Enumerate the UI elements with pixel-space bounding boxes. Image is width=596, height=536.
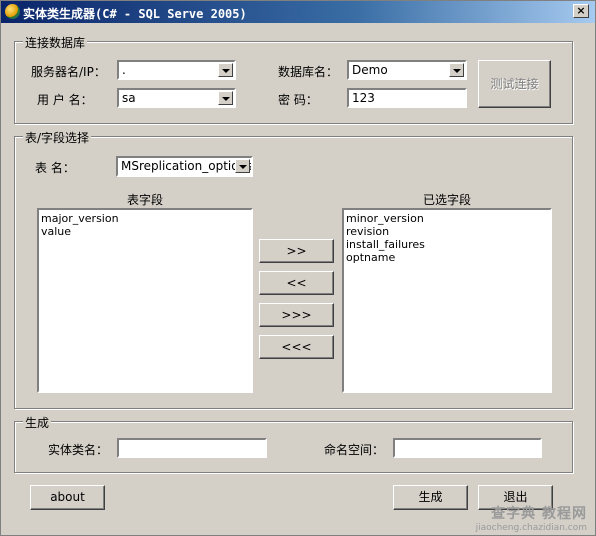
server-combo[interactable]: . (117, 60, 236, 80)
table-fields-header: 表字段 (126, 193, 163, 207)
main-window: 实体类生成器(C# - SQL Serve 2005) × 连接数据库 服务器名… (0, 0, 596, 536)
add-all-fields-button[interactable]: >>> (259, 303, 334, 327)
window-title: 实体类生成器(C# - SQL Serve 2005) (23, 7, 247, 21)
chevron-down-icon[interactable] (218, 63, 233, 77)
watermark: 查字典 教程网 jiaocheng.chazidian.com (476, 503, 587, 533)
password-label: 密 码： (278, 93, 318, 107)
list-item[interactable]: optname (346, 251, 548, 264)
chevron-down-icon[interactable] (218, 91, 233, 105)
user-label: 用 户 名： (37, 93, 93, 107)
user-value: sa (122, 91, 136, 105)
namespace-label: 命名空间： (324, 443, 385, 457)
title-bar[interactable]: 实体类生成器(C# - SQL Serve 2005) × (1, 1, 595, 23)
fields-group-title: 表/字段选择 (23, 129, 92, 146)
chevron-down-icon[interactable] (449, 63, 464, 77)
server-value: . (122, 63, 126, 77)
class-name-label: 实体类名： (48, 443, 109, 457)
generate-group-title: 生成 (23, 414, 52, 431)
server-label: 服务器名/IP： (31, 65, 106, 79)
table-fields-list[interactable]: major_version value (37, 208, 253, 393)
list-item[interactable]: install_failures (346, 238, 548, 251)
list-item[interactable]: minor_version (346, 212, 548, 225)
watermark-line1: 查字典 教程网 (491, 506, 587, 522)
remove-field-button[interactable]: << (259, 271, 334, 295)
table-name-label: 表 名： (35, 161, 75, 175)
user-combo[interactable]: sa (117, 88, 236, 108)
table-combo[interactable]: MSreplication_options (116, 156, 253, 177)
list-item[interactable]: value (41, 225, 249, 238)
database-label: 数据库名： (278, 65, 339, 79)
add-field-button[interactable]: >> (259, 239, 334, 263)
test-connection-button[interactable]: 测试连接 (478, 60, 551, 108)
list-item[interactable]: major_version (41, 212, 249, 225)
namespace-field[interactable] (393, 438, 542, 458)
close-button[interactable]: × (573, 4, 589, 18)
password-field[interactable]: 123 (347, 88, 467, 108)
connection-group-title: 连接数据库 (23, 34, 88, 51)
class-name-field[interactable] (117, 438, 267, 458)
app-icon (5, 4, 20, 19)
watermark-line2: jiaocheng.chazidian.com (475, 523, 587, 533)
chevron-down-icon[interactable] (235, 159, 250, 173)
remove-all-fields-button[interactable]: <<< (259, 335, 334, 359)
selected-fields-header: 已选字段 (422, 193, 471, 207)
generate-button[interactable]: 生成 (393, 485, 468, 510)
about-button[interactable]: about (30, 485, 105, 510)
table-value: MSreplication_options (121, 159, 253, 173)
database-combo[interactable]: Demo (347, 60, 467, 80)
database-value: Demo (352, 63, 388, 77)
list-item[interactable]: revision (346, 225, 548, 238)
selected-fields-list[interactable]: minor_version revision install_failures … (342, 208, 552, 393)
